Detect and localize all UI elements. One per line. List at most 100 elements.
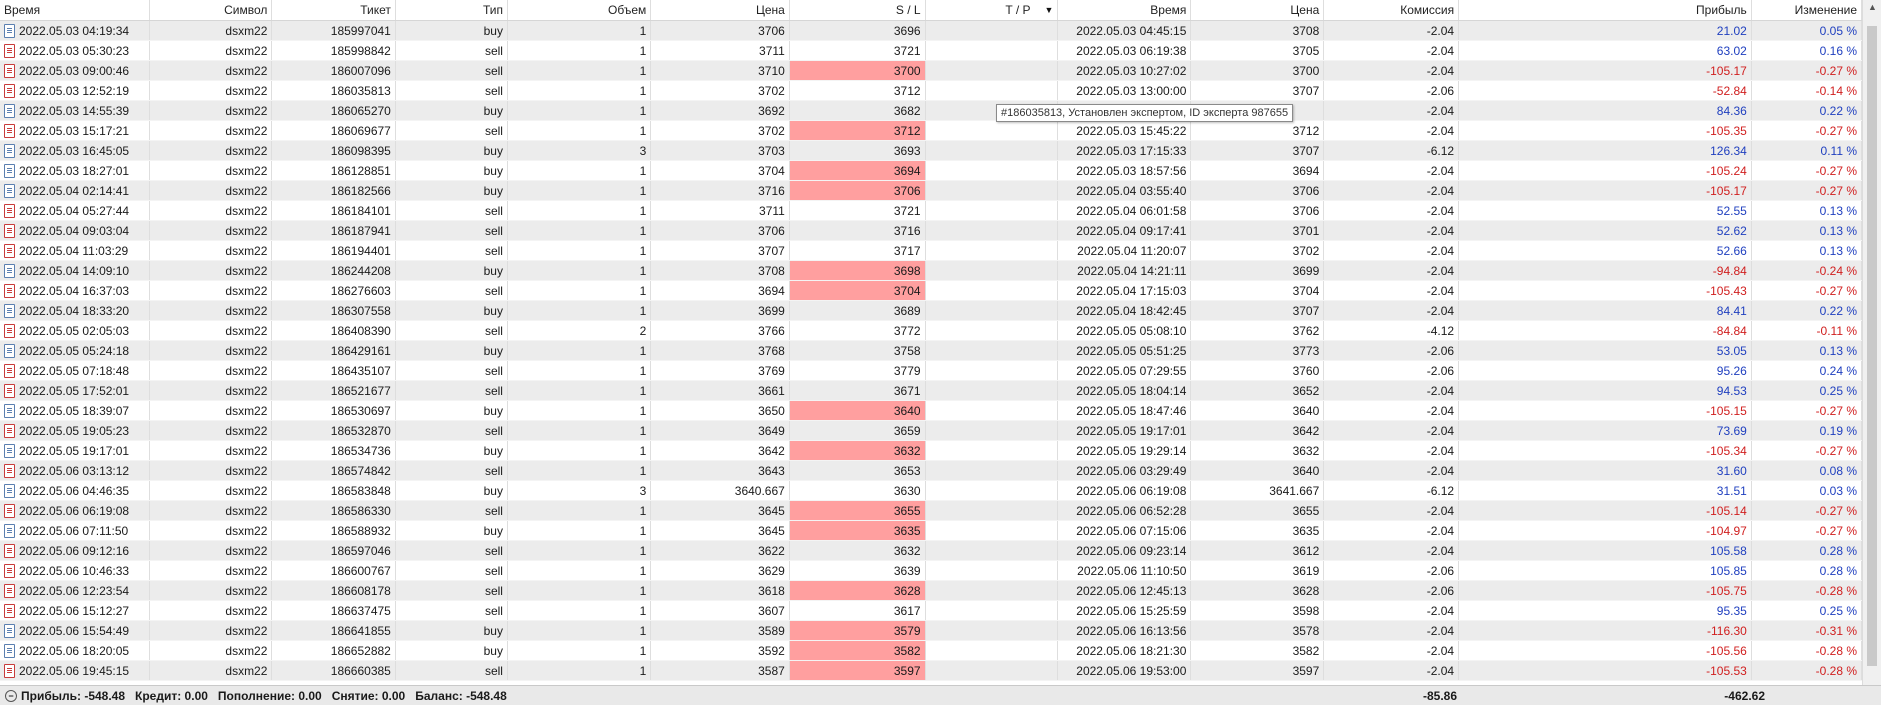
col-header-change[interactable]: Изменение <box>1752 0 1863 20</box>
col-header-sl[interactable]: S / L <box>790 0 926 20</box>
col-header-close-price[interactable]: Цена <box>1191 0 1325 20</box>
cell-close-time: 2022.05.04 17:15:03 <box>1058 281 1192 300</box>
cell-ticket: 186069677 <box>272 121 396 140</box>
cell-commission: -2.04 <box>1324 521 1460 540</box>
col-header-open-price[interactable]: Цена <box>651 0 790 20</box>
table-row[interactable]: 2022.05.04 16:37:03 dsxm22 186276603 sell 1 3… <box>0 281 1863 301</box>
sell-deal-icon <box>4 283 15 298</box>
cell-profit: 31.51 <box>1459 481 1752 500</box>
cell-text: 3712 <box>1292 123 1320 138</box>
cell-text: 2022.05.05 17:52:01 <box>19 383 130 398</box>
col-header-type[interactable]: Тип <box>396 0 508 20</box>
col-header-close-time[interactable]: Время <box>1058 0 1192 20</box>
table-row[interactable]: 2022.05.04 14:09:10 dsxm22 186244208 buy 1 37… <box>0 261 1863 281</box>
sell-deal-icon <box>4 563 15 578</box>
table-row[interactable]: 2022.05.05 07:18:48 dsxm22 186435107 sell 1 3… <box>0 361 1863 381</box>
col-header-tp-label: T / P <box>1005 3 1031 17</box>
cell-text: 2022.05.03 06:19:38 <box>1076 43 1187 58</box>
cell-open-price: 3706 <box>651 221 790 240</box>
sell-deal-icon <box>4 503 15 518</box>
table-row[interactable]: 2022.05.06 03:13:12 dsxm22 186574842 sell 1 3… <box>0 461 1863 481</box>
table-row[interactable]: 2022.05.06 07:11:50 dsxm22 186588932 buy 1 36… <box>0 521 1863 541</box>
cell-text: 3629 <box>758 563 785 578</box>
table-row[interactable]: 2022.05.03 16:45:05 dsxm22 186098395 buy 3 37… <box>0 141 1863 161</box>
table-row[interactable]: 2022.05.05 17:52:01 dsxm22 186521677 sell 1 3… <box>0 381 1863 401</box>
cell-text: 186065270 <box>330 103 391 118</box>
table-row[interactable]: 2022.05.06 19:45:15 dsxm22 186660385 sell 1 3… <box>0 661 1863 681</box>
cell-close-time: 2022.05.03 18:57:56 <box>1058 161 1192 180</box>
table-row[interactable]: 2022.05.05 19:05:23 dsxm22 186532870 sell 1 3… <box>0 421 1863 441</box>
cell-text: 105.85 <box>1710 563 1747 578</box>
cell-text: 3716 <box>893 223 921 238</box>
cell-change: 0.28 % <box>1752 541 1863 560</box>
summary-collapse-icon[interactable]: − <box>5 689 17 702</box>
col-header-ticket[interactable]: Тикет <box>272 0 396 20</box>
table-row[interactable]: 2022.05.05 02:05:03 dsxm22 186408390 sell 2 3… <box>0 321 1863 341</box>
col-header-profit[interactable]: Прибыль <box>1459 0 1752 20</box>
table-row[interactable]: 2022.05.04 09:03:04 dsxm22 186187941 sell 1 3… <box>0 221 1863 241</box>
cell-text: 2022.05.06 10:46:33 <box>19 563 130 578</box>
table-row[interactable]: 2022.05.06 15:12:27 dsxm22 186637475 sell 1 3… <box>0 601 1863 621</box>
cell-tp <box>926 181 1059 200</box>
cell-text: 3708 <box>1292 23 1320 38</box>
cell-change: 0.13 % <box>1752 221 1863 240</box>
cell-text: 3645 <box>758 523 785 538</box>
table-row[interactable]: 2022.05.06 15:54:49 dsxm22 186641855 buy 1 35… <box>0 621 1863 641</box>
table-row[interactable]: 2022.05.03 09:00:46 dsxm22 186007096 sell 1 3… <box>0 61 1863 81</box>
buy-deal-icon <box>4 483 15 498</box>
table-row[interactable]: 2022.05.03 18:27:01 dsxm22 186128851 buy 1 37… <box>0 161 1863 181</box>
table-row[interactable]: 2022.05.05 05:24:18 dsxm22 186429161 buy 1 37… <box>0 341 1863 361</box>
table-row[interactable]: 2022.05.06 10:46:33 dsxm22 186600767 sell 1 3… <box>0 561 1863 581</box>
col-header-symbol[interactable]: Символ <box>150 0 273 20</box>
cell-open-price: 3642 <box>651 441 790 460</box>
cell-text: 3589 <box>758 623 785 638</box>
cell-type: buy <box>396 301 508 320</box>
col-header-volume[interactable]: Объем <box>508 0 652 20</box>
scroll-up-icon[interactable]: ▲ <box>1868 2 1877 12</box>
cell-symbol: dsxm22 <box>150 201 273 220</box>
cell-open-price: 3702 <box>651 121 790 140</box>
cell-sl: 3721 <box>790 201 926 220</box>
table-row[interactable]: 2022.05.05 18:39:07 dsxm22 186530697 buy 1 36… <box>0 401 1863 421</box>
cell-text: 186608178 <box>330 583 391 598</box>
cell-profit: -116.30 <box>1459 621 1752 640</box>
vertical-scrollbar[interactable]: ▲ <box>1862 0 1881 685</box>
table-row[interactable]: 2022.05.04 11:03:29 dsxm22 186194401 sell 1 3… <box>0 241 1863 261</box>
cell-text: 2022.05.06 11:10:50 <box>1077 563 1187 578</box>
cell-symbol: dsxm22 <box>150 261 273 280</box>
table-row[interactable]: 2022.05.04 18:33:20 dsxm22 186307558 buy 1 36… <box>0 301 1863 321</box>
cell-text: sell <box>484 583 503 598</box>
cell-symbol: dsxm22 <box>150 101 273 120</box>
cell-profit: 95.26 <box>1459 361 1752 380</box>
cell-sl: 3689 <box>790 301 926 320</box>
table-row[interactable]: 2022.05.03 12:52:19 dsxm22 186035813 sell 1 3… <box>0 81 1863 101</box>
cell-close-time: 2022.05.06 19:53:00 <box>1058 661 1192 680</box>
cell-text: 3649 <box>758 423 785 438</box>
table-row[interactable]: 2022.05.04 02:14:41 dsxm22 186182566 buy 1 37… <box>0 181 1863 201</box>
col-header-open-time[interactable]: Время <box>0 0 150 20</box>
table-row[interactable]: 2022.05.06 12:23:54 dsxm22 186608178 sell 1 3… <box>0 581 1863 601</box>
table-row[interactable]: 2022.05.06 09:12:16 dsxm22 186597046 sell 1 3… <box>0 541 1863 561</box>
cell-text: 3707 <box>1292 143 1320 158</box>
table-row[interactable]: 2022.05.06 04:46:35 dsxm22 186583848 buy 3 36… <box>0 481 1863 501</box>
cell-sl: 3712 <box>789 121 926 140</box>
cell-commission: -2.04 <box>1324 241 1460 260</box>
col-header-commission[interactable]: Комиссия <box>1324 0 1460 20</box>
cell-close-time: 2022.05.06 06:52:28 <box>1058 501 1192 520</box>
cell-text: sell <box>484 663 503 678</box>
table-row[interactable]: 2022.05.06 06:19:08 dsxm22 186586330 sell 1 3… <box>0 501 1863 521</box>
cell-text: -2.04 <box>1426 43 1455 58</box>
table-row[interactable]: 2022.05.03 14:55:39 dsxm22 186065270 buy 1 36… <box>0 101 1863 121</box>
cell-symbol: dsxm22 <box>150 241 273 260</box>
scroll-thumb[interactable] <box>1867 26 1877 666</box>
table-row[interactable]: 2022.05.04 05:27:44 dsxm22 186184101 sell 1 3… <box>0 201 1863 221</box>
col-header-tp[interactable]: T / P ▼ <box>926 0 1059 20</box>
cell-text: 3701 <box>1292 223 1320 238</box>
table-row[interactable]: 2022.05.03 04:19:34 dsxm22 185997041 buy 1 37… <box>0 21 1863 41</box>
table-row[interactable]: 2022.05.05 19:17:01 dsxm22 186534736 buy 1 36… <box>0 441 1863 461</box>
table-row[interactable]: 2022.05.06 18:20:05 dsxm22 186652882 buy 1 35… <box>0 641 1863 661</box>
table-row[interactable]: 2022.05.03 15:17:21 dsxm22 186069677 sell 1 3… <box>0 121 1863 141</box>
cell-open-price: 3645 <box>651 501 790 520</box>
cell-text: dsxm22 <box>225 143 268 158</box>
table-row[interactable]: 2022.05.03 05:30:23 dsxm22 185998842 sell 1 3… <box>0 41 1863 61</box>
